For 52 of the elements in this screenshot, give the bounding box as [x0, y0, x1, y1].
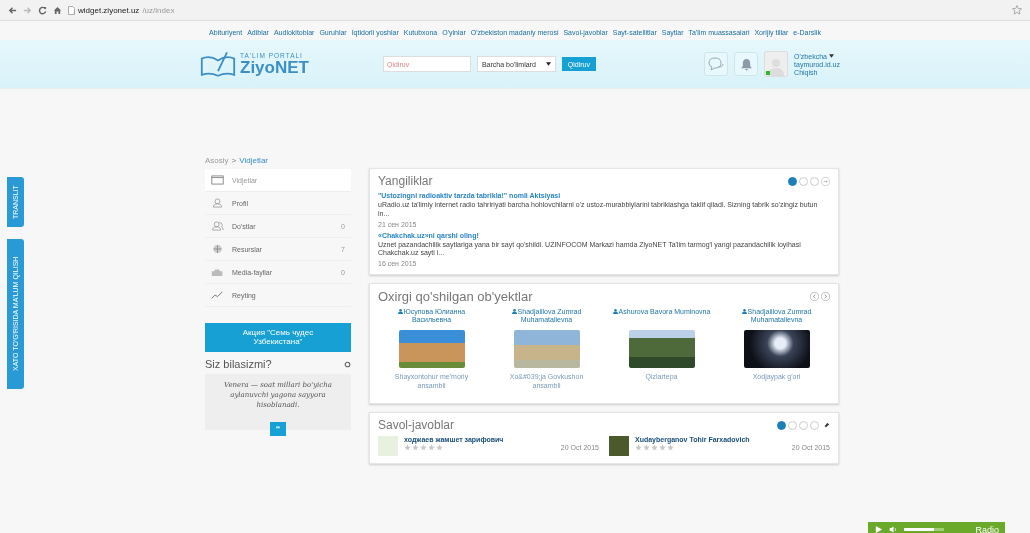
photo-placeholder	[378, 436, 398, 457]
url-domain: widget.ziyonet.uz	[78, 5, 140, 15]
user-icon	[612, 309, 618, 314]
next-arrow-icon[interactable]	[821, 292, 830, 301]
forward-icon[interactable]	[23, 5, 32, 15]
page-icon	[68, 5, 75, 15]
quote-button[interactable]: “	[270, 422, 286, 436]
address-bar[interactable]: widget.ziyonet.uz /uz/index	[68, 5, 1006, 15]
play-icon[interactable]	[874, 525, 883, 533]
page-dot[interactable]	[799, 420, 808, 430]
previous-arrow-icon[interactable]	[810, 292, 819, 301]
user-outline-icon	[211, 198, 224, 208]
chat-bubbles-icon[interactable]	[704, 52, 729, 76]
speaker-icon[interactable]	[889, 525, 898, 533]
next-arrow-icon[interactable]	[821, 176, 830, 186]
users-outline-icon	[211, 221, 224, 231]
window-icon	[211, 175, 224, 185]
user-icon	[511, 309, 517, 314]
home-icon[interactable]	[53, 5, 62, 15]
url-path: /uz/index	[142, 5, 175, 15]
breadcrumb-current: Vidjetlar	[239, 156, 268, 165]
page-dot[interactable]	[810, 420, 819, 430]
photo-placeholder	[609, 436, 629, 457]
promo-banner-button[interactable]: Акция "Семь чудес Узбекистана"	[205, 323, 351, 352]
user-icon	[741, 309, 747, 314]
globe-icon	[211, 244, 224, 254]
panel-title: Savol-javoblar	[378, 418, 455, 433]
logo-wordmark: ZiyoNET	[240, 59, 309, 76]
volume-slider[interactable]	[904, 528, 944, 531]
page-dot[interactable]	[788, 420, 797, 430]
reload-icon[interactable]	[38, 5, 47, 15]
bell-icon[interactable]	[734, 52, 759, 76]
page-dot[interactable]	[810, 176, 819, 186]
page-dot[interactable]	[799, 176, 808, 186]
page-dot[interactable]	[788, 176, 797, 186]
photo-placeholder[interactable]	[743, 330, 810, 368]
radio-label: Radio	[975, 524, 999, 533]
avatar-silhouette[interactable]	[764, 51, 789, 77]
pin-icon[interactable]	[823, 421, 830, 429]
open-book-pen-icon	[200, 51, 236, 77]
breadcrumb-separator: >	[231, 156, 237, 165]
widget-title: Siz bilasizmi?	[205, 358, 272, 370]
panel-title: Oxirgi qo'shilgan ob'yektlar	[378, 289, 533, 304]
panel-title: Yangiliklar	[378, 174, 433, 188]
caret-icon	[545, 62, 551, 66]
bookmark-star-icon[interactable]	[1012, 5, 1022, 15]
user-icon	[397, 309, 403, 314]
back-icon[interactable]	[8, 5, 17, 15]
trend-line-icon	[211, 290, 224, 300]
caret-icon	[828, 54, 834, 58]
page-dot[interactable]	[777, 420, 786, 430]
photo-placeholder[interactable]	[628, 330, 695, 368]
